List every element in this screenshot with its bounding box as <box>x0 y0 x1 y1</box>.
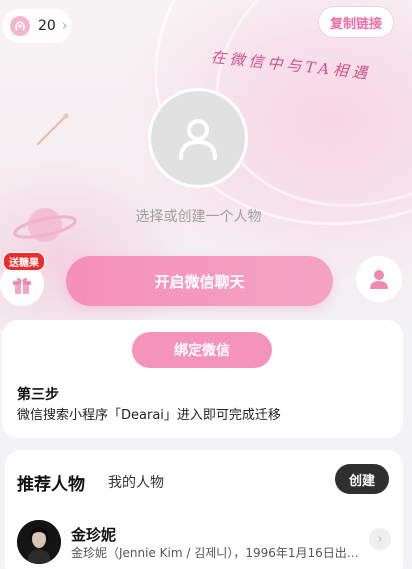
character-list-card: 推荐人物 我的人物 创建 金珍妮 金珍妮（Jennie Kim / 김제니），1… <box>5 450 403 569</box>
character-description: 金珍妮（Jennie Kim / 김제니），1996年1月16日出生于韩国首尔 <box>71 546 369 560</box>
tab-recommended-characters[interactable]: 推荐人物 <box>17 470 85 495</box>
profile-button[interactable] <box>356 256 402 302</box>
migration-step-card: 绑定微信 第三步 微信搜索小程序「Dearai」进入即可完成迁移 <box>2 320 403 438</box>
user-placeholder-icon <box>179 119 217 160</box>
tab-my-characters[interactable]: 我的人物 <box>108 472 164 492</box>
character-name[interactable]: 金珍妮 <box>71 524 116 545</box>
counter-value: 20 <box>38 18 56 34</box>
shooting-star-icon <box>37 113 69 145</box>
select-character-prompt[interactable]: 选择或创建一个人物 <box>0 206 397 226</box>
copy-link-button[interactable]: 复制链接 <box>318 6 394 38</box>
bind-wechat-button[interactable]: 绑定微信 <box>132 332 272 368</box>
step-description: 微信搜索小程序「Dearai」进入即可完成迁移 <box>17 408 281 423</box>
chevron-right-icon[interactable]: › <box>369 528 391 550</box>
character-avatar-placeholder[interactable] <box>148 88 248 188</box>
person-icon <box>370 270 388 289</box>
gift-icon <box>13 277 31 294</box>
start-wechat-chat-button[interactable]: 开启微信聊天 <box>66 256 333 306</box>
create-character-button[interactable]: 创建 <box>335 464 389 494</box>
candy-counter[interactable]: 20 › <box>2 9 72 43</box>
gift-badge: 送糖果 <box>3 252 45 271</box>
chevron-right-icon: › <box>61 18 68 34</box>
avatar[interactable] <box>17 520 61 564</box>
coin-icon <box>10 16 30 36</box>
step-title: 第三步 <box>17 387 59 403</box>
